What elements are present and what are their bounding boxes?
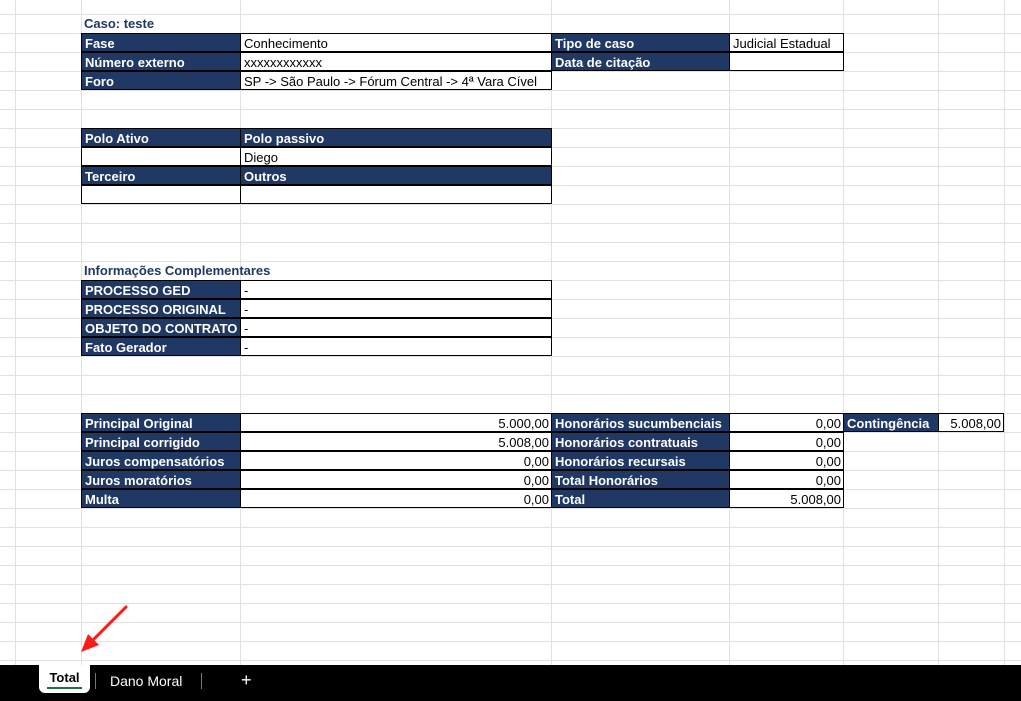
annotation-arrow (81, 605, 128, 652)
sheet-tab-total-label: Total (49, 670, 80, 685)
sheet-tab-bar: Total Dano Moral + (0, 665, 1021, 701)
active-tab-indicator (47, 687, 82, 689)
add-sheet-icon[interactable]: + (241, 668, 252, 692)
tab-divider (201, 673, 202, 689)
tab-divider (95, 673, 96, 689)
sheet-tab-total[interactable]: Total (39, 665, 90, 693)
sheet-tab-dano-moral[interactable]: Dano Moral (110, 665, 182, 697)
